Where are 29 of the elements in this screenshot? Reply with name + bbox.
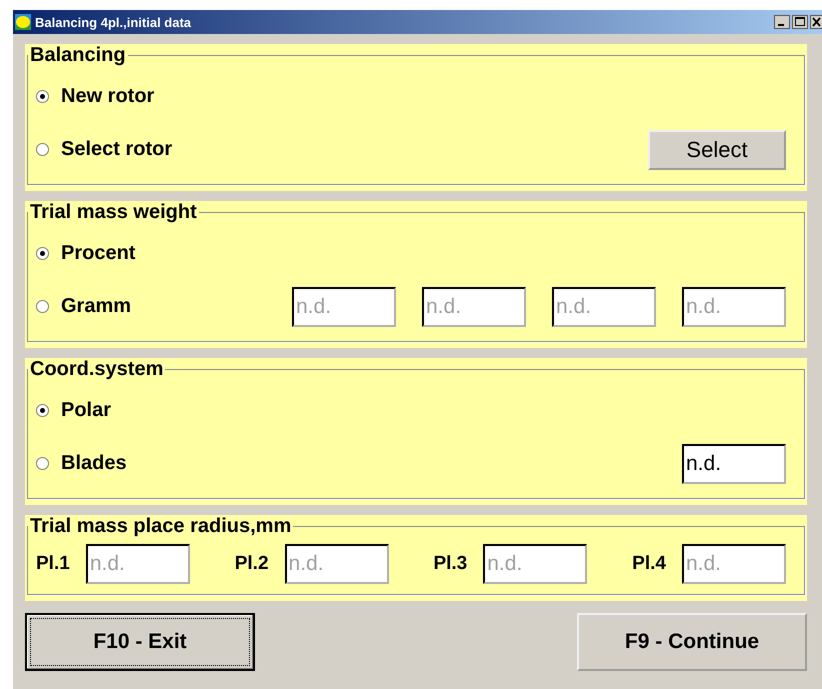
continue-button[interactable]: F9 - Continue	[577, 613, 807, 671]
group-title: Balancing	[29, 44, 127, 67]
select-button[interactable]: Select	[648, 130, 786, 170]
group-title: Trial mass place radius,mm	[29, 515, 292, 538]
place-label: Pl.2	[234, 553, 269, 575]
radio-button[interactable]	[36, 246, 49, 260]
radio-label: New rotor	[61, 84, 154, 108]
radio-label: Procent	[61, 242, 136, 264]
place-label: Pl.4	[632, 553, 666, 575]
group-title: Trial mass weight	[29, 201, 198, 224]
window-title: Balancing 4pl.,initial data	[35, 14, 192, 30]
input-field[interactable]: n.d.	[682, 444, 786, 484]
place-label: Pl.1	[36, 553, 70, 575]
radio-label: Polar	[61, 398, 112, 422]
radio-button[interactable]	[36, 143, 49, 156]
radio-button[interactable]	[36, 300, 49, 313]
radio-button[interactable]	[36, 457, 49, 470]
place-label: Pl.3	[433, 553, 468, 575]
radio-button[interactable]	[36, 90, 49, 102]
exit-button[interactable]: F10 - Exit	[25, 613, 255, 671]
maximize-icon[interactable]	[792, 15, 808, 29]
minimize-icon[interactable]	[774, 15, 790, 29]
radio-label: Select rotor	[61, 138, 172, 161]
app-icon	[15, 14, 31, 30]
close-icon[interactable]	[810, 15, 822, 29]
radio-label: Blades	[61, 452, 127, 475]
group-title: Coord.system	[29, 358, 164, 381]
radio-label: Gramm	[61, 295, 132, 318]
radio-button[interactable]	[36, 404, 49, 416]
